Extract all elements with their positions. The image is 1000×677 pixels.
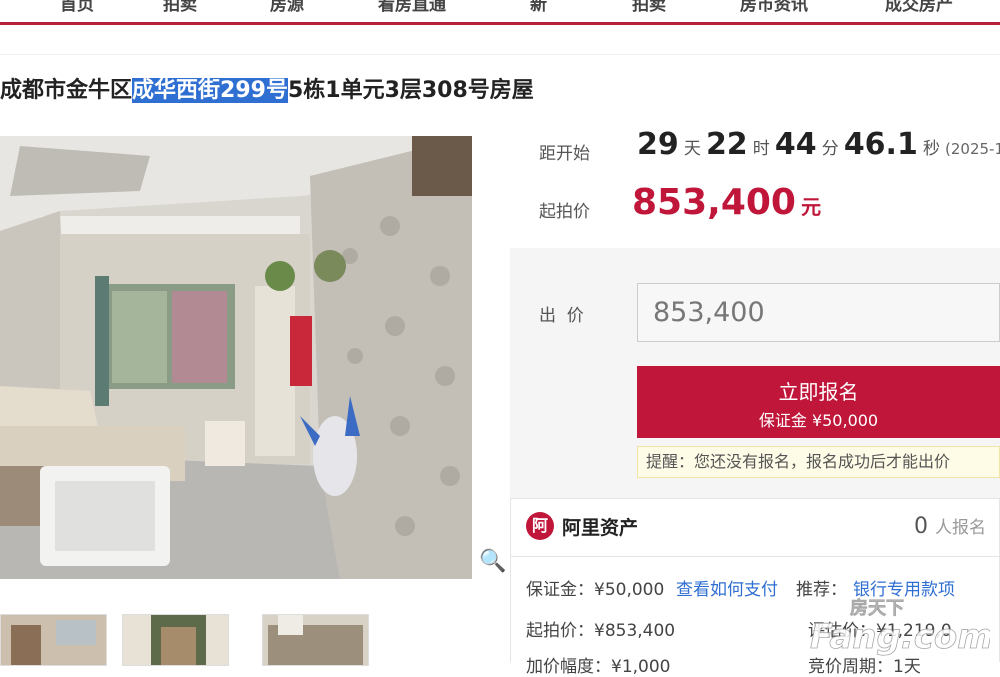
countdown-days: 29	[637, 127, 679, 162]
nav-item-auction-2[interactable]: 拍卖	[632, 0, 666, 15]
countdown-days-unit: 天	[683, 139, 701, 159]
nav-item-home[interactable]: 首页	[60, 0, 94, 15]
divider	[511, 556, 1000, 557]
title-prefix: 成都市金牛区	[0, 78, 133, 103]
nav-item-deals[interactable]: 成交房产	[885, 0, 953, 15]
start-price-label: 起拍价	[539, 202, 590, 222]
title-suffix: 5栋1单元3层308号房屋	[287, 78, 534, 103]
thumbnail-1[interactable]	[0, 614, 107, 666]
thumbnail-image	[1, 615, 106, 665]
start-price-row: 起拍价：¥853,400	[526, 621, 676, 641]
divider	[0, 54, 1000, 55]
thumbnail-image	[123, 615, 228, 665]
page-title: 成都市金牛区成华西街299号5栋1单元3层308号房屋	[0, 72, 534, 104]
deposit-row: 保证金：¥50,000	[526, 580, 665, 600]
countdown: 29 天 22 时 44 分 46.1 秒 (2025-12	[637, 127, 1000, 162]
nav-item-viewing[interactable]: 看房直通	[378, 0, 446, 15]
start-price-amount: 853,400	[632, 182, 796, 223]
org-name: 阿里资产	[562, 517, 639, 539]
register-button-title: 立即报名	[778, 380, 859, 404]
reminder-notice: 提醒：您还没有报名，报名成功后才能出价	[637, 446, 1000, 478]
countdown-minutes: 44	[774, 127, 817, 162]
start-price-unit: 元	[801, 195, 822, 219]
main-photo[interactable]	[0, 136, 472, 579]
thumbnail-image	[263, 615, 368, 665]
svg-text:房天下: 房天下	[850, 597, 904, 619]
thumbnail-3[interactable]	[262, 614, 369, 666]
countdown-minutes-unit: 分	[821, 139, 839, 159]
countdown-seconds: 46.1	[843, 127, 918, 162]
svg-text:Fang.com: Fang.com	[810, 617, 990, 656]
countdown-hours: 22	[705, 127, 748, 162]
how-to-pay-link[interactable]: 查看如何支付	[676, 575, 778, 600]
start-price: 853,400 元	[632, 182, 821, 223]
ali-assets-logo-icon: 阿	[526, 512, 554, 540]
countdown-seconds-unit: 秒	[922, 139, 940, 159]
nav-item-news[interactable]: 房市资讯	[740, 0, 808, 15]
nav-item-listings[interactable]: 房源	[270, 0, 304, 15]
registration-count: 0 人报名	[914, 513, 986, 539]
countdown-date: (2025-12	[945, 140, 1000, 158]
living-room-image	[0, 136, 472, 579]
countdown-hours-unit: 时	[752, 139, 770, 159]
registration-count-value: 0	[914, 514, 928, 539]
fang-watermark-logo: 房天下 Fang.com	[810, 597, 990, 656]
register-button-deposit: 保证金 ¥50,000	[758, 411, 879, 430]
increment-row: 加价幅度：¥1,000	[526, 657, 671, 677]
zoom-icon[interactable]: 🔍	[478, 544, 508, 580]
countdown-label: 距开始	[539, 144, 590, 164]
title-highlight: 成华西街299号	[132, 78, 288, 103]
nav-item-new[interactable]: 新	[530, 0, 547, 15]
bid-label: 出 价	[539, 306, 584, 326]
top-nav: 首页 拍卖 房源 看房直通 新 拍卖 房市资讯 成交房产	[0, 0, 1000, 25]
bid-price-input[interactable]	[637, 283, 1000, 342]
nav-item-auction[interactable]: 拍卖	[163, 0, 197, 15]
registration-count-unit: 人报名	[935, 518, 986, 538]
register-button[interactable]: 立即报名 保证金 ¥50,000	[637, 366, 1000, 438]
thumbnail-2[interactable]	[122, 614, 229, 666]
